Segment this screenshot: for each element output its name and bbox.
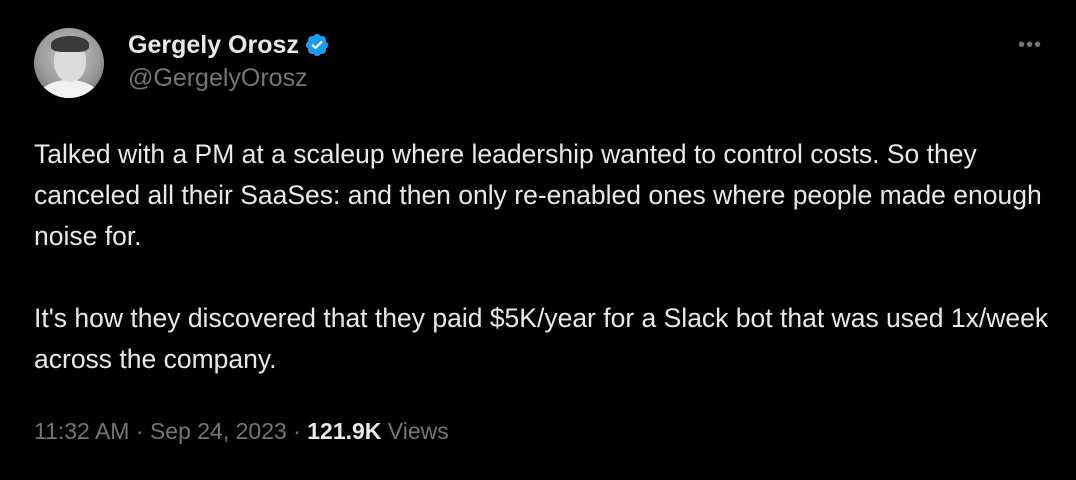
tweet-time[interactable]: 11:32 AM: [34, 418, 129, 444]
tweet-paragraph: It's how they discovered that they paid …: [34, 303, 1049, 374]
name-row: Gergely Orosz: [128, 28, 330, 62]
views-label: Views: [381, 418, 449, 444]
meta-separator: ·: [286, 418, 308, 444]
more-options-icon[interactable]: •••: [1018, 34, 1042, 57]
avatar-hair: [51, 36, 89, 52]
avatar-shoulders: [40, 80, 98, 98]
tweet-header: Gergely Orosz @GergelyOrosz: [34, 28, 330, 100]
author-names: Gergely Orosz @GergelyOrosz: [128, 28, 330, 93]
tweet-paragraph: Talked with a PM at a scaleup where lead…: [34, 139, 1042, 251]
tweet-meta: 11:32 AM · Sep 24, 2023 · 121.9K Views: [34, 418, 449, 445]
avatar[interactable]: [34, 28, 104, 98]
author-display-name[interactable]: Gergely Orosz: [128, 31, 299, 60]
tweet-date[interactable]: Sep 24, 2023: [150, 418, 287, 444]
verified-badge-icon: [305, 33, 329, 57]
views-count[interactable]: 121.9K: [307, 418, 381, 444]
author-handle[interactable]: @GergelyOrosz: [128, 64, 330, 93]
meta-separator: ·: [129, 418, 150, 444]
tweet-card: Gergely Orosz @GergelyOrosz ••• Talked w…: [0, 0, 1076, 480]
tweet-body: Talked with a PM at a scaleup where lead…: [34, 134, 1054, 380]
